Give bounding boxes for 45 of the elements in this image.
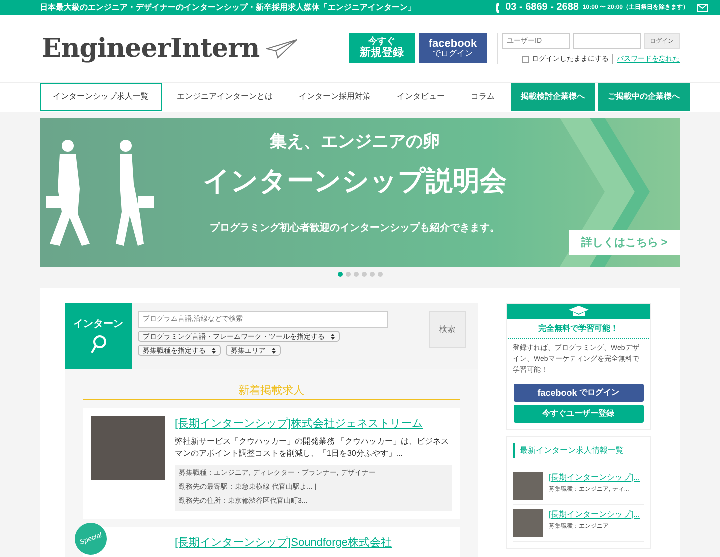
carousel-dot[interactable] (338, 272, 342, 277)
carousel-dot[interactable] (346, 272, 350, 277)
latest-heading: 最新インターン求人情報一覧 (513, 442, 644, 458)
facebook-login-button[interactable]: facebook でログイン (514, 384, 644, 402)
remember-checkbox[interactable] (522, 56, 529, 62)
nav-tab[interactable]: エンジニアインターンとは (164, 82, 286, 110)
promo-heading: 完全無料で学習可能！ (508, 319, 649, 339)
select-arrows-icon (272, 348, 276, 354)
search-button[interactable]: 検索 (429, 311, 466, 348)
latest-title-link[interactable]: [長期インターンシップ]... (549, 508, 640, 520)
phone-icon (496, 2, 502, 12)
listing-title-link[interactable]: [長期インターンシップ]Soundforge株式会社 (175, 535, 452, 550)
carousel-dot[interactable] (354, 272, 358, 277)
listing-description: 弊社新サービス「クウハッカー」の開発業務 「クウハッカー」は、ビジネスマンのアポイント調整コストを削減し、「1日を30分ふやす」... (175, 436, 450, 460)
register-button[interactable]: 今すぐユーザー登録 (514, 404, 644, 423)
photo-placeholder (513, 508, 543, 537)
search-label: インターン (74, 318, 124, 331)
banner-title: インターンシップ説明会 (203, 165, 507, 199)
phone-number: 03 - 6869 - 2688 (506, 2, 579, 13)
tagline-text: 日本最大級のエンジニア・デザイナーのインターンシップ・新卒採用求人媒体「エンジニアインターン」 (40, 2, 416, 13)
section-heading: 新着掲載求人 (83, 383, 460, 400)
carousel-dot[interactable] (362, 272, 366, 277)
logo[interactable]: EngineerIntern (42, 34, 260, 64)
photo-placeholder (513, 472, 543, 500)
nav-tab[interactable]: インターンシップ求人一覧 (40, 82, 162, 110)
latest-title-link[interactable]: [長期インターンシップ]... (549, 472, 640, 483)
banner-kicker: 集え、エンジニアの卵 (270, 131, 440, 153)
register-button[interactable]: 今すぐ 新規登録 (349, 33, 415, 63)
mail-icon[interactable] (697, 4, 708, 12)
listing-title-link[interactable]: [長期インターンシップ]株式会社ジェネストリーム (175, 416, 452, 431)
nav-tab[interactable]: インターン採用対策 (286, 82, 384, 110)
facebook-login-button[interactable]: facebook でログイン (419, 33, 487, 63)
nav-tab[interactable]: コラム (458, 82, 508, 110)
carousel-dot[interactable] (370, 272, 374, 277)
select-arrows-icon (331, 334, 335, 340)
nav-button[interactable]: 掲載検討企業様へ (511, 82, 595, 110)
magnifier-icon (90, 335, 106, 355)
graduation-cap-icon (568, 306, 588, 317)
carousel-dot[interactable] (378, 272, 382, 277)
paper-plane-icon (266, 38, 298, 58)
banner-subtitle: プログラミング初心者歓迎のインターンシップも紹介できます。 (210, 221, 500, 235)
nav-tab[interactable]: インタビュー (384, 82, 458, 110)
password-field[interactable] (573, 33, 641, 49)
select-arrows-icon (212, 348, 216, 354)
nav-button[interactable]: ご掲載中の企業様へ (598, 82, 690, 110)
